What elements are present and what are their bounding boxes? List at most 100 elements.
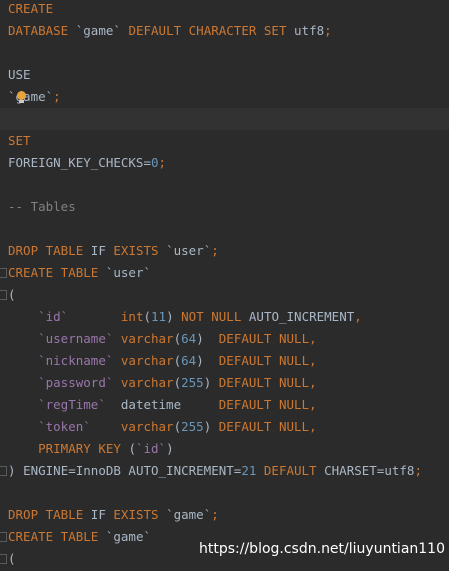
semicolon: ; — [158, 155, 167, 170]
number: 11 — [151, 309, 167, 324]
code-line: DROP TABLE IF EXISTS `user`; — [0, 240, 449, 262]
column-name: `password` — [38, 375, 114, 390]
fold-marker-icon[interactable] — [0, 290, 7, 300]
paren: ) — [196, 331, 204, 346]
identifier: `user` — [105, 265, 151, 280]
column-name: `nickname` — [38, 353, 114, 368]
keyword: PRIMARY KEY — [38, 441, 121, 456]
paren: ) — [8, 463, 16, 478]
number: 64 — [181, 331, 197, 346]
comma: , — [309, 331, 317, 346]
fold-marker-icon[interactable] — [0, 268, 7, 278]
type: varchar — [120, 375, 174, 390]
column-def: `regTime` datetime DEFAULT NULL, — [0, 394, 449, 416]
keyword: DROP TABLE — [8, 243, 84, 258]
column-name: `regTime` — [38, 397, 106, 412]
number: 255 — [181, 375, 204, 390]
comma: , — [309, 353, 317, 368]
code-line: -- Tables — [0, 196, 449, 218]
identifier: `game` — [166, 507, 212, 522]
identifier: `game` — [105, 529, 151, 544]
type: varchar — [120, 331, 174, 346]
keyword: DATABASE — [8, 23, 69, 38]
paren: ) — [196, 353, 204, 368]
fold-marker-icon[interactable] — [0, 466, 7, 476]
keyword: DEFAULT NULL — [218, 353, 310, 368]
semicolon: ; — [211, 507, 219, 522]
number: 64 — [181, 353, 197, 368]
fold-marker-icon[interactable] — [0, 554, 7, 564]
type: varchar — [120, 419, 174, 434]
code-line: ) ENGINE=InnoDB AUTO_INCREMENT=21 DEFAUL… — [0, 460, 449, 482]
number: 21 — [241, 463, 257, 478]
paren: ( — [173, 331, 182, 346]
keyword: DROP TABLE — [8, 507, 84, 522]
keyword: NOT NULL — [181, 309, 242, 324]
column-name: `id` — [135, 441, 167, 456]
current-line — [0, 108, 449, 130]
keyword: EXISTS — [113, 243, 159, 258]
comma: , — [309, 375, 317, 390]
code-line: DATABASE `game` DEFAULT CHARACTER SET ut… — [0, 20, 449, 42]
keyword: CREATE TABLE — [8, 529, 99, 544]
keyword: DEFAULT NULL — [218, 331, 310, 346]
code-line: ( — [0, 284, 449, 306]
paren: ) — [166, 309, 174, 324]
identifier: AUTO_INCREMENT — [248, 309, 355, 324]
column-def: `token` varchar(255) DEFAULT NULL, — [0, 416, 449, 438]
keyword: DEFAULT NULL — [218, 397, 310, 412]
column-def: `username` varchar(64) DEFAULT NULL, — [0, 328, 449, 350]
comma: , — [354, 309, 362, 324]
keyword: CREATE TABLE — [8, 265, 99, 280]
keyword: DEFAULT NULL — [218, 419, 310, 434]
identifier: utf8 — [294, 23, 325, 38]
comment: -- Tables — [8, 199, 76, 214]
paren: ( — [128, 441, 136, 456]
keyword: IF — [90, 243, 106, 258]
semicolon: ; — [324, 23, 332, 38]
type: int — [120, 309, 144, 324]
code-line: FOREIGN_KEY_CHECKS=0; — [0, 152, 449, 174]
code-editor[interactable]: CREATE DATABASE `game` DEFAULT CHARACTER… — [0, 0, 449, 571]
column-name: `token` — [38, 419, 91, 434]
code-line: `game`; — [0, 86, 449, 108]
code-line: SET — [0, 130, 449, 152]
paren: ( — [173, 353, 182, 368]
code-line: DROP TABLE IF EXISTS `game`; — [0, 504, 449, 526]
code-line: CREATE — [0, 0, 449, 20]
code-line: USE — [0, 64, 449, 86]
semicolon: ; — [53, 89, 61, 104]
keyword: DEFAULT NULL — [218, 375, 310, 390]
keyword: CREATE — [8, 1, 54, 16]
type: varchar — [120, 353, 174, 368]
keyword: EXISTS — [113, 507, 159, 522]
identifier: `game` — [75, 23, 121, 38]
semicolon: ; — [414, 463, 422, 478]
comma: , — [309, 397, 317, 412]
comma: , — [309, 419, 317, 434]
paren: ( — [173, 419, 182, 434]
statement: FOREIGN_KEY_CHECKS= — [8, 155, 151, 170]
number: 0 — [151, 155, 159, 170]
identifier: CHARSET=utf8 — [324, 463, 415, 478]
type: datetime — [120, 397, 182, 412]
intention-bulb-icon[interactable] — [17, 91, 26, 103]
paren: ( — [143, 309, 152, 324]
paren: ) — [166, 441, 174, 456]
column-def: `id` int(11) NOT NULL AUTO_INCREMENT, — [0, 306, 449, 328]
keyword: IF — [90, 507, 106, 522]
watermark: https://blog.csdn.net/liuyuntian110 — [199, 541, 445, 557]
number: 255 — [181, 419, 204, 434]
fold-marker-icon[interactable] — [0, 532, 7, 542]
identifier: ENGINE=InnoDB AUTO_INCREMENT= — [23, 463, 242, 478]
column-name: `username` — [38, 331, 114, 346]
keyword: USE — [8, 67, 31, 82]
identifier: `user` — [166, 243, 212, 258]
keyword: SET — [8, 133, 31, 148]
semicolon: ; — [211, 243, 219, 258]
column-def: `nickname` varchar(64) DEFAULT NULL, — [0, 350, 449, 372]
code-line: PRIMARY KEY (`id`) — [0, 438, 449, 460]
paren: ( — [8, 551, 16, 566]
paren: ) — [203, 375, 212, 390]
code-line: CREATE TABLE `user` — [0, 262, 449, 284]
